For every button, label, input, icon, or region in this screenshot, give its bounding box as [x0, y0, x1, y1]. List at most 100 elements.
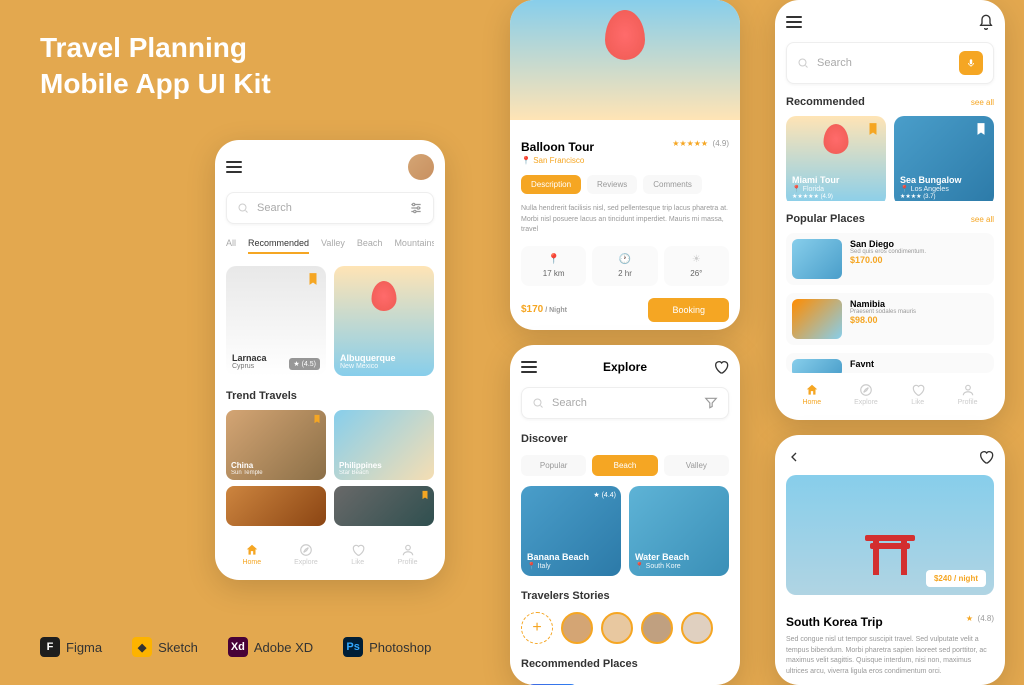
nav-home[interactable]: Home: [802, 383, 821, 406]
filter-popular[interactable]: Popular: [521, 455, 586, 476]
sketch-icon: ◆: [132, 637, 152, 657]
compass-icon: [859, 383, 873, 397]
tools-list: FFigma ◆Sketch XdAdobe XD PsPhotoshop: [40, 637, 431, 657]
description-text: Nulla hendrerit facilisis nisl, sed pell…: [521, 204, 729, 236]
nav-profile[interactable]: Profile: [958, 383, 978, 406]
phone-detail2: $240 / night South Korea Trip ★ (4.8) Se…: [775, 435, 1005, 685]
bell-icon[interactable]: [978, 14, 994, 30]
location-text: 📍 San Francisco: [521, 156, 729, 165]
phone-home: Search All Recommended Valley Beach Moun…: [215, 140, 445, 580]
user-icon: [401, 543, 415, 557]
tab-all[interactable]: All: [226, 238, 236, 254]
filter-icon[interactable]: [704, 396, 718, 410]
tool-ps: PsPhotoshop: [343, 637, 431, 657]
see-all-link[interactable]: see all: [971, 98, 994, 107]
tool-xd: XdAdobe XD: [228, 637, 313, 657]
back-icon[interactable]: [786, 449, 802, 465]
menu-icon[interactable]: [226, 161, 242, 173]
see-all-link[interactable]: see all: [971, 215, 994, 224]
tool-figma: FFigma: [40, 637, 102, 657]
stories-row: +: [521, 612, 729, 644]
search-icon: [532, 397, 544, 409]
trend-card[interactable]: PhilippinesStar Beach: [334, 410, 434, 480]
tab-description[interactable]: Description: [521, 175, 581, 194]
rating-badge: ★ (4.4): [593, 491, 616, 499]
mic-button[interactable]: [959, 51, 983, 75]
figma-icon: F: [40, 637, 60, 657]
torii-gate: [865, 535, 915, 575]
filter-valley[interactable]: Valley: [664, 455, 729, 476]
destination-card[interactable]: AlbuquerqueNew Mexico: [334, 266, 434, 376]
rating-badge: ★ (4.5): [289, 358, 320, 370]
beach-card[interactable]: ★ (4.4) Banana Beach📍 Italy: [521, 486, 621, 576]
nav-home[interactable]: Home: [242, 543, 261, 566]
menu-icon[interactable]: [786, 16, 802, 28]
beach-card[interactable]: Water Beach📍 South Kore: [629, 486, 729, 576]
price-badge: $240 / night: [926, 570, 986, 587]
bookmark-icon[interactable]: [974, 122, 988, 136]
booking-button[interactable]: Booking: [648, 298, 729, 322]
add-story-button[interactable]: +: [521, 612, 553, 644]
heart-icon: [351, 543, 365, 557]
phone-explore: Explore Search Discover Popular Beach Va…: [510, 345, 740, 685]
user-icon: [961, 383, 975, 397]
place-row[interactable]: San DiegoSed quis eros condimentum.$170.…: [786, 233, 994, 285]
menu-icon[interactable]: [521, 361, 537, 373]
tab-comments[interactable]: Comments: [643, 175, 702, 194]
tab-beach[interactable]: Beach: [357, 238, 383, 254]
search-icon: [797, 57, 809, 69]
search-input[interactable]: Search: [226, 192, 434, 224]
story-avatar[interactable]: [681, 612, 713, 644]
trend-card[interactable]: [226, 486, 326, 526]
nav-like[interactable]: Like: [911, 383, 925, 406]
search-input[interactable]: Search: [521, 387, 729, 419]
place-row[interactable]: Favnt: [786, 353, 994, 373]
tab-reviews[interactable]: Reviews: [587, 175, 637, 194]
section-title: Travelers Stories: [521, 590, 729, 602]
filter-icon[interactable]: [409, 201, 423, 215]
phone-recommended: Search Recommended see all Miami Tour📍 Fl…: [775, 0, 1005, 420]
price-label: $170 / Night: [521, 304, 567, 315]
page-title: Explore: [603, 360, 647, 374]
section-title: Discover: [521, 433, 729, 445]
description-text: Sed congue nisl ut tempor suscipit trave…: [786, 635, 994, 677]
trend-card[interactable]: ChinaSun Temple: [226, 410, 326, 480]
home-icon: [805, 383, 819, 397]
stat-weather: ☀26°: [664, 246, 729, 286]
bookmark-icon[interactable]: [306, 272, 320, 286]
tab-valley[interactable]: Valley: [321, 238, 345, 254]
home-icon: [245, 543, 259, 557]
phone-detail: Balloon Tour ★★★★★ (4.9) 📍 San Francisco…: [510, 0, 740, 330]
main-title: Travel Planning Mobile App UI Kit: [40, 30, 271, 103]
heart-icon[interactable]: [978, 449, 994, 465]
recommended-card[interactable]: Miami Tour📍 Florida★★★★★ (4.9): [786, 116, 886, 201]
section-title: Recommended: [786, 96, 865, 108]
filter-beach[interactable]: Beach: [592, 455, 657, 476]
ps-icon: Ps: [343, 637, 363, 657]
bookmark-icon[interactable]: [866, 122, 880, 136]
section-title: Recommended Places: [521, 658, 729, 670]
tab-recommended[interactable]: Recommended: [248, 238, 309, 254]
bottom-nav: Home Explore Like Profile: [786, 373, 994, 406]
recommended-card[interactable]: Sea Bungalow📍 Los Angeles★★★★ (3.7): [894, 116, 994, 201]
hero-image: [510, 0, 740, 120]
nav-profile[interactable]: Profile: [398, 543, 418, 566]
detail-title: South Korea Trip: [786, 615, 883, 629]
story-avatar[interactable]: [601, 612, 633, 644]
destination-card[interactable]: LarnacaCyprus ★ (4.5): [226, 266, 326, 376]
heart-icon[interactable]: [713, 359, 729, 375]
search-input[interactable]: Search: [786, 42, 994, 84]
nav-explore[interactable]: Explore: [294, 543, 318, 566]
avatar[interactable]: [408, 154, 434, 180]
mic-icon: [966, 58, 976, 68]
nav-like[interactable]: Like: [351, 543, 365, 566]
category-tabs: All Recommended Valley Beach Mountains: [226, 238, 434, 254]
tool-sketch: ◆Sketch: [132, 637, 198, 657]
place-row[interactable]: NamibiaPraesent sodales mauris$98.00: [786, 293, 994, 345]
heart-icon: [911, 383, 925, 397]
tab-mountains[interactable]: Mountains: [394, 238, 434, 254]
trend-card[interactable]: [334, 486, 434, 526]
story-avatar[interactable]: [641, 612, 673, 644]
nav-explore[interactable]: Explore: [854, 383, 878, 406]
story-avatar[interactable]: [561, 612, 593, 644]
